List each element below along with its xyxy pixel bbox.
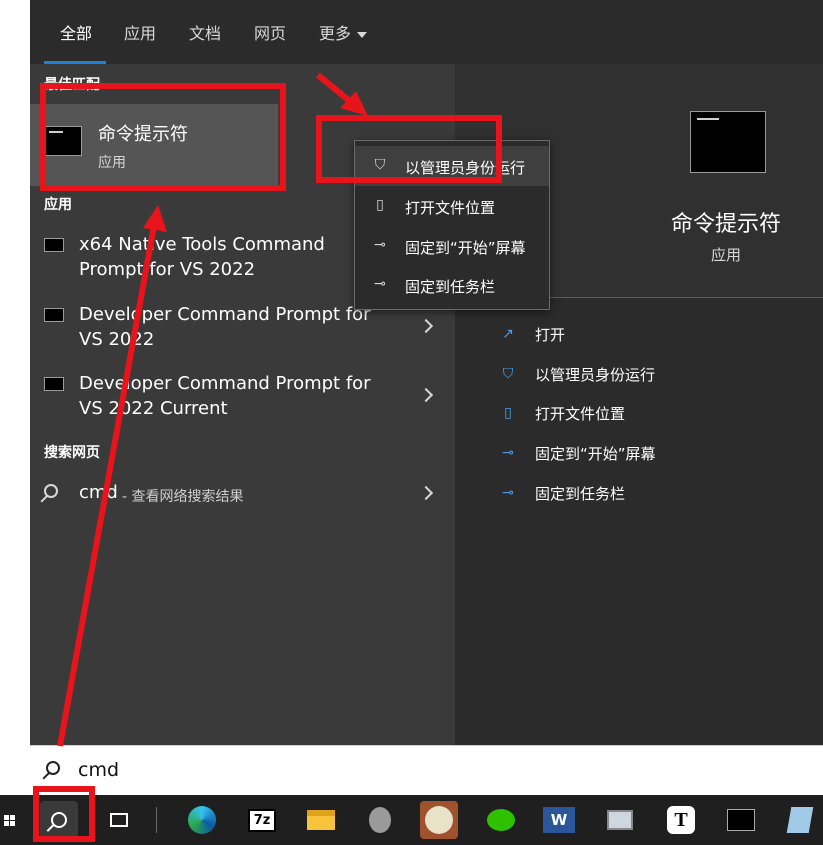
taskbar: 7z W T — [0, 795, 823, 845]
filter-tabs: 全部 应用 文档 网页 更多 — [30, 0, 823, 64]
pin-icon: ⊸ — [502, 445, 514, 461]
web-search-result[interactable]: cmd - 查看网络搜索结果 — [30, 476, 455, 512]
action-open[interactable]: ↗ 打开 — [455, 316, 823, 356]
action-label: 打开文件位置 — [535, 405, 626, 423]
context-menu-label: 固定到任务栏 — [405, 278, 496, 296]
cmd-icon — [44, 238, 64, 252]
chevron-right-icon[interactable] — [418, 387, 434, 403]
speaker-icon[interactable] — [361, 801, 399, 839]
context-menu-label: 打开文件位置 — [405, 199, 496, 217]
file-explorer-icon[interactable] — [302, 801, 340, 839]
computer-icon[interactable] — [601, 801, 639, 839]
cmd-icon — [44, 308, 64, 322]
app-title-line1: Developer Command Prompt for — [79, 373, 371, 394]
task-view-icon[interactable] — [100, 801, 138, 839]
web-search-heading: 搜索网页 — [44, 445, 100, 461]
pin-icon: ⊸ — [502, 485, 514, 501]
edge-icon[interactable] — [183, 801, 221, 839]
chevron-down-icon — [357, 31, 368, 38]
app-title-line2: VS 2022 Current — [79, 398, 228, 419]
web-query: cmd — [79, 482, 118, 503]
chevron-right-icon[interactable] — [418, 318, 434, 334]
annotation-box-taskbar-search — [33, 786, 95, 842]
wechat-icon[interactable] — [482, 801, 520, 839]
tab-more-label: 更多 — [319, 24, 352, 43]
context-menu-pin-to-taskbar[interactable]: ⊸ 固定到任务栏 — [355, 265, 549, 305]
web-query-suffix: - 查看网络搜索结果 — [122, 489, 244, 505]
pin-icon: ⊸ — [374, 237, 386, 253]
list-item-app[interactable]: Developer Command Prompt for VS 2022 Cur… — [30, 369, 455, 431]
context-menu-open-file-location[interactable]: ▯ 打开文件位置 — [355, 186, 549, 226]
action-label: 固定到任务栏 — [535, 485, 626, 503]
app-title-line1: Developer Command Prompt for — [79, 304, 371, 325]
search-icon — [44, 484, 58, 498]
search-input[interactable]: cmd — [78, 759, 119, 781]
action-pin-to-start[interactable]: ⊸ 固定到“开始”屏幕 — [455, 435, 823, 475]
cmd-icon — [44, 377, 64, 391]
search-box[interactable]: cmd — [30, 745, 823, 795]
taskbar-separator — [156, 807, 157, 833]
context-menu-label: 固定到“开始”屏幕 — [405, 239, 526, 257]
notes-icon[interactable] — [781, 801, 819, 839]
pin-icon: ⊸ — [374, 276, 386, 292]
apps-heading: 应用 — [44, 197, 72, 213]
action-open-file-location[interactable]: ▯ 打开文件位置 — [455, 395, 823, 435]
action-label: 以管理员身份运行 — [535, 366, 656, 384]
tab-apps[interactable]: 应用 — [124, 20, 156, 44]
context-menu-pin-to-start[interactable]: ⊸ 固定到“开始”屏幕 — [355, 226, 549, 266]
action-run-as-admin[interactable]: ⛉ 以管理员身份运行 — [455, 356, 823, 396]
shield-icon: ⛉ — [502, 366, 514, 382]
typora-icon[interactable]: T — [662, 801, 700, 839]
action-pin-to-taskbar[interactable]: ⊸ 固定到任务栏 — [455, 475, 823, 515]
7zip-icon[interactable]: 7z — [243, 801, 281, 839]
action-label: 打开 — [535, 326, 566, 344]
open-icon: ↗ — [502, 326, 514, 342]
search-icon — [46, 761, 60, 775]
terminal-icon[interactable] — [722, 801, 760, 839]
annotation-box-run-as-admin — [316, 115, 502, 183]
app-title-line1: x64 Native Tools Command — [79, 234, 325, 255]
folder-icon: ▯ — [376, 197, 384, 213]
app-title-line2: VS 2022 — [79, 329, 155, 350]
tab-web[interactable]: 网页 — [254, 20, 286, 44]
tab-more[interactable]: 更多 — [319, 20, 368, 44]
action-label: 固定到“开始”屏幕 — [535, 445, 656, 463]
tab-all[interactable]: 全部 — [60, 20, 92, 44]
desktop-edge — [0, 0, 30, 795]
annotation-box-best-match — [40, 83, 286, 191]
app-icon[interactable] — [420, 801, 458, 839]
folder-icon: ▯ — [504, 405, 512, 421]
word-icon[interactable]: W — [540, 801, 578, 839]
windows-start-icon[interactable] — [2, 801, 16, 839]
tab-documents[interactable]: 文档 — [189, 20, 221, 44]
app-title-line2: Prompt for VS 2022 — [79, 259, 256, 280]
cmd-icon — [690, 111, 766, 173]
chevron-right-icon[interactable] — [418, 485, 434, 501]
